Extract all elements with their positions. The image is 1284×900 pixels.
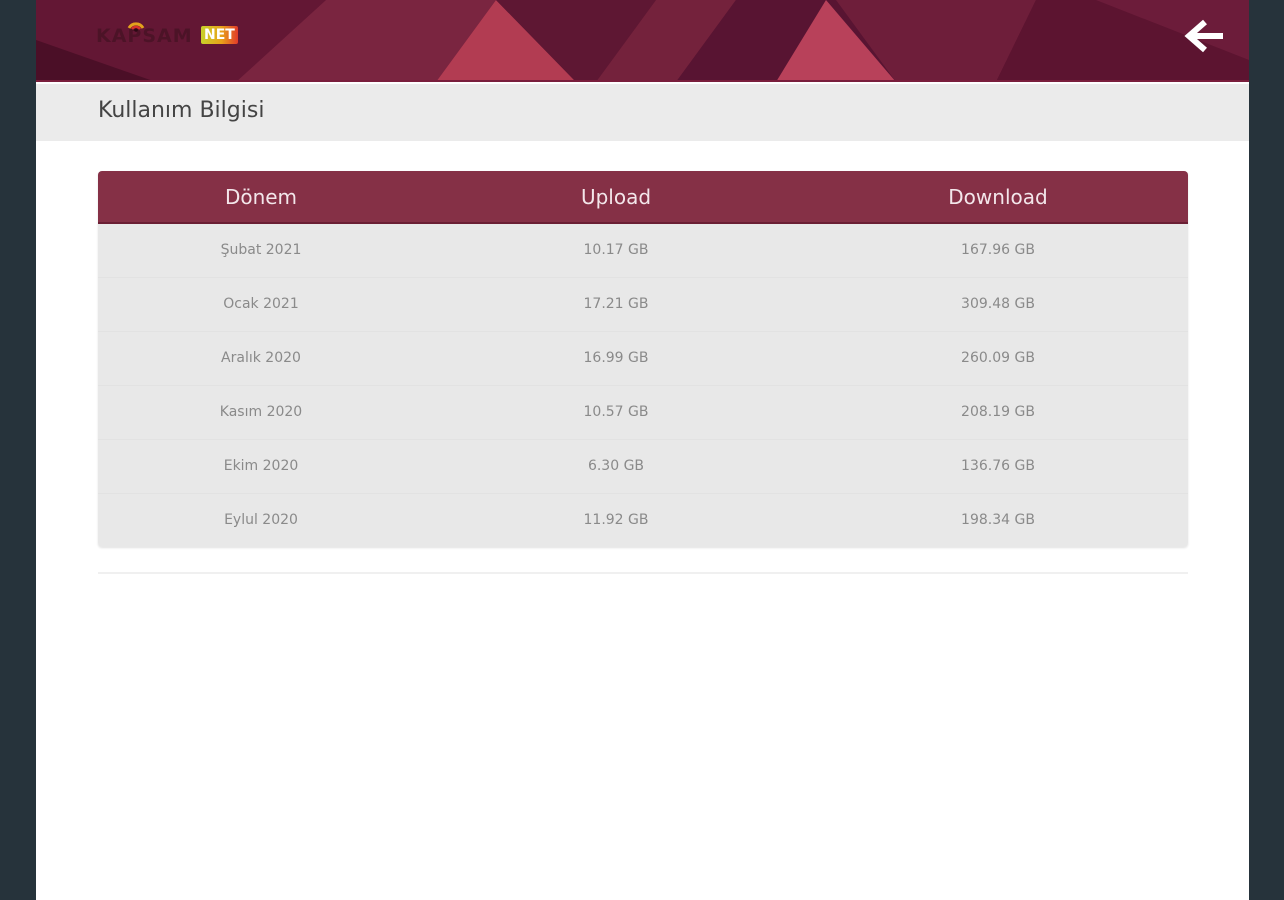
period-cell: Eylul 2020 — [224, 512, 298, 529]
app-logo: KAPSAM NET — [96, 18, 256, 52]
table-row: Aralık 2020 16.99 GB 260.09 GB — [98, 331, 1188, 385]
page-title-bar: Kullanım Bilgisi — [36, 84, 1249, 141]
app-header: KAPSAM NET — [36, 0, 1249, 82]
app-window: KAPSAM NET Kullanım Bilgisi Dönem Upload… — [36, 0, 1249, 900]
download-cell: 167.96 GB — [961, 242, 1035, 259]
usage-table-container: Dönem Upload Download Şubat 2021 10.17 G… — [98, 171, 1188, 547]
period-cell: Aralık 2020 — [221, 350, 301, 366]
logo-signal-icon — [127, 22, 145, 32]
period-cell: Kasım 2020 — [219, 404, 303, 420]
download-cell: 136.76 GB — [961, 458, 1035, 474]
period-cell: Şubat 2021 — [220, 242, 302, 259]
back-button[interactable] — [1183, 16, 1227, 56]
column-header-download: Download — [948, 184, 1048, 209]
upload-cell: 10.57 GB — [583, 404, 649, 420]
column-header-upload: Upload — [580, 184, 652, 209]
download-cell: 198.34 GB — [961, 512, 1035, 529]
usage-table: Dönem Upload Download Şubat 2021 10.17 G… — [98, 171, 1188, 547]
upload-cell: 10.17 GB — [583, 242, 649, 259]
table-row: Ocak 2021 17.21 GB 309.48 GB — [98, 277, 1188, 331]
download-cell: 208.19 GB — [961, 404, 1035, 420]
table-header-row: Dönem Upload Download — [98, 171, 1188, 223]
table-row: Kasım 2020 10.57 GB 208.19 GB — [98, 385, 1188, 439]
period-cell: Ocak 2021 — [223, 296, 299, 312]
upload-cell: 16.99 GB — [583, 350, 649, 366]
upload-cell: 11.92 GB — [583, 512, 649, 529]
table-row: Şubat 2021 10.17 GB 167.96 GB — [98, 223, 1188, 277]
period-cell: Ekim 2020 — [223, 458, 299, 474]
download-cell: 309.48 GB — [961, 296, 1035, 312]
upload-cell: 6.30 GB — [587, 458, 645, 474]
download-cell: 260.09 GB — [961, 350, 1035, 366]
column-header-period: Dönem — [224, 184, 298, 209]
arrow-left-icon — [1184, 19, 1223, 53]
table-row: Eylul 2020 11.92 GB 198.34 GB — [98, 493, 1188, 547]
upload-cell: 17.21 GB — [583, 296, 649, 312]
content-divider — [98, 572, 1188, 574]
logo-net-badge: NET — [201, 26, 238, 44]
table-row: Ekim 2020 6.30 GB 136.76 GB — [98, 439, 1188, 493]
page-title: Kullanım Bilgisi — [98, 98, 265, 123]
